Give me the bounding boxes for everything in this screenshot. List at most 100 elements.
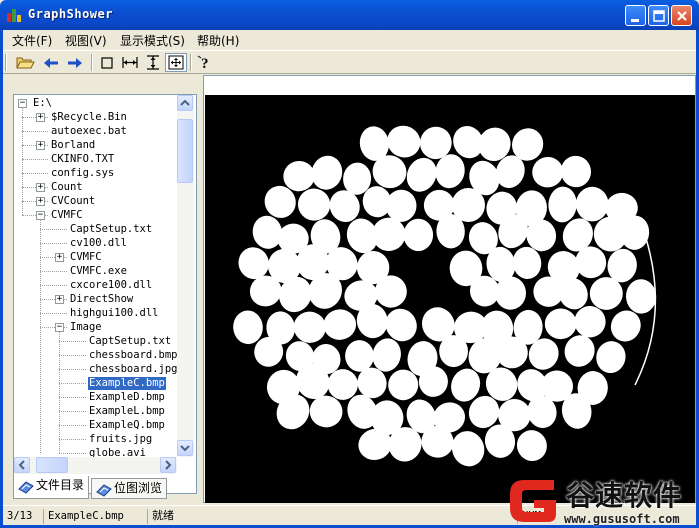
tree-vertical-scrollbar[interactable]	[177, 95, 194, 457]
pane-tabs: 文件目录 位图浏览	[13, 476, 197, 502]
scroll-right-button[interactable]	[160, 457, 176, 473]
tree-connector	[40, 219, 41, 453]
tree-horizontal-scrollbar[interactable]	[14, 457, 177, 474]
open-button[interactable]	[14, 53, 36, 72]
tree-item[interactable]: highgui100.dll	[69, 307, 160, 320]
expand-icon[interactable]: +	[36, 182, 45, 192]
tree-item[interactable]: cxcore100.dll	[69, 279, 153, 292]
menu-help[interactable]: 帮助(H)	[197, 32, 239, 49]
tree-connector	[40, 271, 67, 272]
watermark: 谷速软件 www.gususoft.com	[504, 468, 699, 528]
menu-file[interactable]: 文件(F)	[12, 32, 52, 49]
expand-icon[interactable]: +	[36, 112, 45, 122]
status-filename: ExampleC.bmp	[43, 509, 147, 524]
tree-item[interactable]: fruits.jpg	[88, 433, 153, 446]
chevron-left-icon	[18, 460, 25, 470]
tree-item[interactable]: ExampleQ.bmp	[88, 419, 166, 432]
fit-window-icon	[168, 55, 184, 70]
tree-item[interactable]: Count	[50, 181, 84, 194]
tab-bitmap-browse[interactable]: 位图浏览	[91, 478, 167, 499]
help-button[interactable]: ?	[194, 53, 216, 72]
tree-item[interactable]: CVMFC	[69, 251, 103, 264]
app-icon	[7, 9, 21, 22]
horizontal-scroll-thumb[interactable]	[36, 457, 68, 473]
tree-connector	[59, 341, 86, 342]
status-index: 3/13	[7, 510, 33, 522]
scroll-left-button[interactable]	[14, 457, 30, 473]
tree-item[interactable]: CaptSetup.txt	[69, 223, 153, 236]
tree-item[interactable]: ExampleD.bmp	[88, 391, 166, 404]
tree-connector	[59, 355, 86, 356]
tree-connector	[22, 173, 48, 174]
tab-directory-icon	[18, 481, 34, 494]
blob	[451, 431, 485, 467]
tree-connector	[59, 331, 60, 453]
scroll-thumb[interactable]	[177, 119, 193, 183]
blob	[403, 218, 434, 252]
tree-item[interactable]: CVCount	[50, 195, 96, 208]
tab-bitmap-icon	[96, 484, 112, 497]
menu-view[interactable]: 视图(V)	[65, 32, 107, 49]
tree-connector	[59, 439, 86, 440]
tree-connector	[22, 107, 23, 215]
window-title: GraphShower	[28, 7, 113, 21]
chevron-down-icon	[180, 445, 190, 452]
maximize-button[interactable]	[648, 5, 669, 26]
tree-item[interactable]: Image	[69, 321, 103, 334]
horizontal-measure-icon	[122, 57, 138, 68]
fit-window-button[interactable]	[165, 53, 187, 72]
title-bar[interactable]: GraphShower	[0, 0, 699, 30]
image-view[interactable]	[205, 95, 695, 503]
blob	[439, 335, 468, 368]
blob	[323, 309, 357, 340]
tree-item[interactable]: CaptSetup.txt	[88, 335, 172, 348]
tree-connector	[59, 411, 86, 412]
file-tree-pane: − E:\ + $Recycle.Bin autoexec.bat + Borland CKI…	[3, 75, 203, 503]
blob	[560, 155, 592, 188]
menu-display-mode[interactable]: 显示模式(S)	[120, 32, 185, 49]
tree-item[interactable]: Borland	[50, 139, 96, 152]
expand-icon[interactable]: +	[55, 252, 64, 262]
tree-item[interactable]: cv100.dll	[69, 237, 128, 250]
open-folder-icon	[16, 57, 35, 69]
expand-icon[interactable]: +	[55, 294, 64, 304]
tree-item[interactable]: E:\	[32, 97, 53, 110]
rectangle-icon	[101, 57, 113, 69]
arrow-left-icon	[44, 58, 58, 68]
tree-connector	[22, 159, 48, 160]
tab-file-directory-label: 文件目录	[36, 478, 85, 492]
collapse-icon[interactable]: −	[18, 98, 27, 108]
collapse-icon[interactable]: −	[36, 210, 45, 220]
vertical-measure-button[interactable]	[142, 53, 164, 72]
file-tree[interactable]: − E:\ + $Recycle.Bin autoexec.bat + Borland CKI…	[13, 94, 197, 494]
tree-item[interactable]: chessboard.jpg	[88, 363, 179, 376]
tab-file-directory[interactable]: 文件目录	[13, 476, 89, 499]
collapse-icon[interactable]: −	[55, 322, 64, 332]
expand-icon[interactable]: +	[36, 196, 45, 206]
scroll-up-button[interactable]	[177, 95, 193, 111]
tree-item[interactable]: CKINFO.TXT	[50, 153, 115, 166]
tab-bitmap-browse-label: 位图浏览	[114, 481, 163, 495]
close-button[interactable]	[671, 5, 692, 26]
tree-item[interactable]: chessboard.bmp	[88, 349, 179, 362]
tree-item[interactable]: ExampleC.bmp	[87, 376, 167, 391]
arrow-right-icon	[68, 58, 82, 68]
horizontal-measure-button[interactable]	[119, 53, 141, 72]
expand-icon[interactable]: +	[36, 140, 45, 150]
minimize-button[interactable]	[625, 5, 646, 26]
menu-bar: 文件(F) 视图(V) 显示模式(S) 帮助(H)	[3, 30, 696, 50]
tree-item[interactable]: $Recycle.Bin	[50, 111, 128, 124]
tree-item[interactable]: DirectShow	[69, 293, 134, 306]
tree-connector	[40, 285, 67, 286]
toolbar: ?	[3, 50, 696, 74]
rectangle-select-button[interactable]	[96, 53, 118, 72]
watermark-logo-icon	[510, 480, 556, 522]
tree-item[interactable]: config.sys	[50, 167, 115, 180]
scroll-down-button[interactable]	[177, 440, 193, 456]
tree-item[interactable]: CVMFC.exe	[69, 265, 128, 278]
tree-item[interactable]: ExampleL.bmp	[88, 405, 166, 418]
next-button[interactable]	[64, 53, 86, 72]
tree-item[interactable]: CVMFC	[50, 209, 84, 222]
previous-button[interactable]	[40, 53, 62, 72]
tree-item[interactable]: autoexec.bat	[50, 125, 128, 138]
